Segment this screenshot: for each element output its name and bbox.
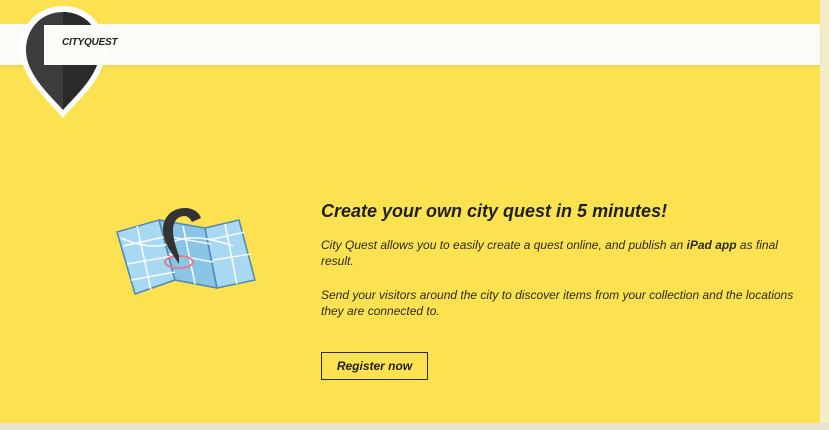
hero-title: Create your own city quest in 5 minutes!: [321, 201, 668, 221]
map-pin-logo-icon: [20, 6, 106, 118]
intro-highlight: iPad app: [686, 238, 737, 252]
register-button[interactable]: Register now: [321, 352, 428, 380]
hero-intro: City Quest allows you to easily create a…: [321, 237, 811, 269]
hero-description: Send your visitors around the city to di…: [321, 288, 794, 318]
page-edge-bottom: [0, 423, 829, 430]
city-map-icon: [116, 208, 256, 295]
logo-text: CITYQUEST: [62, 37, 118, 48]
cityquest-logo[interactable]: CITYQUEST: [14, 0, 118, 122]
page-edge: [820, 0, 829, 430]
header-bar: [0, 24, 820, 65]
intro-text: City Quest allows you to easily create a…: [321, 238, 687, 252]
city-map-illustration: [113, 202, 263, 312]
